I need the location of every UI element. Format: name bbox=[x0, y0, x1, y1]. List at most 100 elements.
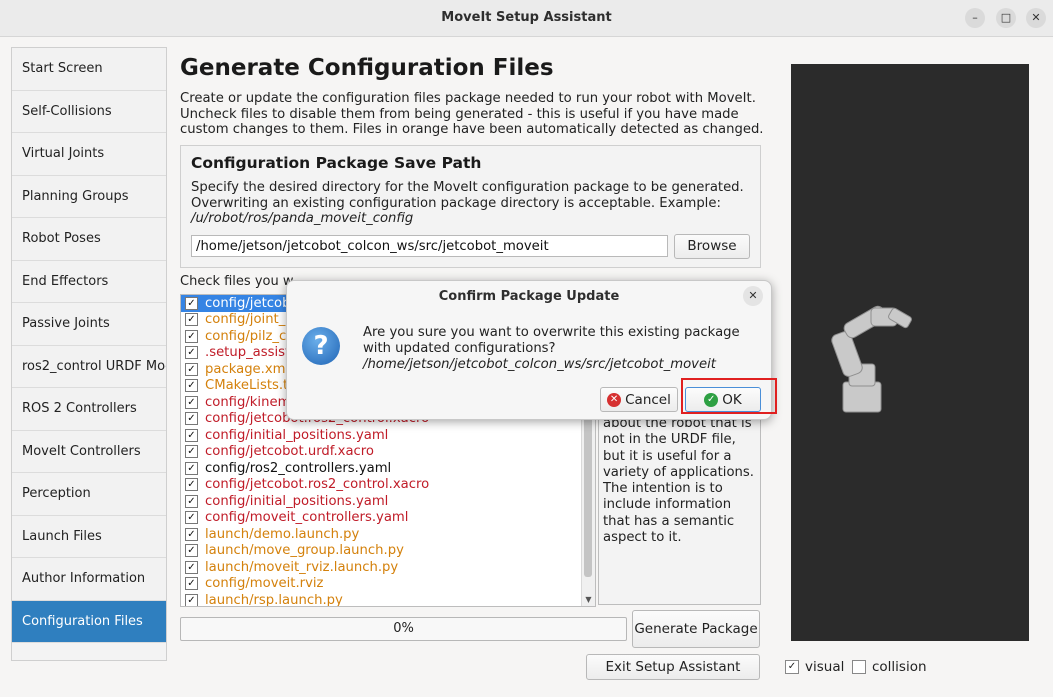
sidebar-item-self-collisions[interactable]: Self-Collisions bbox=[12, 90, 166, 133]
sidebar-item-planning-groups[interactable]: Planning Groups bbox=[12, 175, 166, 218]
ok-highlight-box bbox=[681, 378, 777, 414]
file-checkbox[interactable]: ✓ bbox=[185, 395, 198, 409]
file-checkbox[interactable]: ✓ bbox=[185, 593, 198, 606]
save-path-group: Configuration Package Save Path Specify … bbox=[180, 145, 761, 268]
collision-checkbox[interactable] bbox=[852, 660, 866, 674]
close-icon[interactable]: ✕ bbox=[1026, 8, 1046, 28]
file-checkbox[interactable]: ✓ bbox=[185, 560, 198, 574]
file-name: config/initial_positions.yaml bbox=[205, 427, 389, 443]
file-checkbox[interactable]: ✓ bbox=[185, 379, 198, 393]
file-name: launch/rsp.launch.py bbox=[205, 592, 343, 607]
file-name: config/moveit.rviz bbox=[205, 576, 324, 592]
file-row[interactable]: ✓ config/initial_positions.yaml bbox=[181, 427, 595, 444]
file-checkbox[interactable]: ✓ bbox=[185, 577, 198, 591]
file-checkbox[interactable]: ✓ bbox=[185, 527, 198, 541]
file-checkbox[interactable]: ✓ bbox=[185, 478, 198, 492]
visual-checkbox[interactable]: ✓ bbox=[785, 660, 799, 674]
generate-package-button[interactable]: Generate Package bbox=[632, 610, 760, 648]
file-name: launch/demo.launch.py bbox=[205, 526, 360, 542]
file-name: config/kinem bbox=[205, 394, 291, 410]
save-path-example: /u/robot/ros/panda_moveit_config bbox=[191, 211, 414, 226]
cancel-label: Cancel bbox=[625, 391, 671, 408]
dialog-message-text: Are you sure you want to overwrite this … bbox=[363, 325, 740, 356]
scroll-down-icon[interactable]: ▼ bbox=[582, 594, 595, 606]
file-checkbox[interactable]: ✓ bbox=[185, 346, 198, 360]
sidebar-item-moveit-controllers[interactable]: MoveIt Controllers bbox=[12, 430, 166, 473]
file-checkbox[interactable]: ✓ bbox=[185, 329, 198, 343]
file-name: config/moveit_controllers.yaml bbox=[205, 510, 409, 526]
file-row[interactable]: ✓ launch/demo.launch.py bbox=[181, 526, 595, 543]
sidebar-item-start-screen[interactable]: Start Screen bbox=[12, 48, 166, 91]
file-checkbox[interactable]: ✓ bbox=[185, 362, 198, 376]
save-path-title: Configuration Package Save Path bbox=[191, 154, 482, 172]
file-row[interactable]: ✓ config/ros2_controllers.yaml bbox=[181, 460, 595, 477]
dialog-close-icon[interactable]: ✕ bbox=[743, 286, 763, 306]
robot-viewer[interactable] bbox=[791, 64, 1029, 641]
file-name: config/joint_ bbox=[205, 312, 286, 328]
file-name: config/ros2_controllers.yaml bbox=[205, 460, 392, 476]
file-name: package.xml bbox=[205, 361, 290, 377]
browse-button[interactable]: Browse bbox=[674, 234, 750, 259]
file-checkbox[interactable]: ✓ bbox=[185, 296, 198, 310]
file-checkbox[interactable]: ✓ bbox=[185, 544, 198, 558]
page-title: Generate Configuration Files bbox=[180, 55, 554, 81]
collision-label: collision bbox=[872, 659, 927, 675]
sidebar-item-passive-joints[interactable]: Passive Joints bbox=[12, 303, 166, 346]
save-path-desc-text: Specify the desired directory for the Mo… bbox=[191, 180, 744, 211]
sidebar-nav: Start Screen Self-Collisions Virtual Joint… bbox=[11, 47, 167, 661]
dialog-path: /home/jetson/jetcobot_colcon_ws/src/jetc… bbox=[363, 357, 716, 372]
file-checkbox[interactable]: ✓ bbox=[185, 494, 198, 508]
file-name: launch/move_group.launch.py bbox=[205, 543, 404, 559]
collision-toggle[interactable]: collision bbox=[852, 659, 927, 675]
cancel-icon: ✕ bbox=[607, 392, 622, 407]
sidebar-item-perception[interactable]: Perception bbox=[12, 473, 166, 516]
file-name: config/jetcobot.urdf.xacro bbox=[205, 444, 374, 460]
file-name: config/initial_positions.yaml bbox=[205, 493, 389, 509]
file-row[interactable]: ✓ launch/rsp.launch.py bbox=[181, 592, 595, 607]
visual-label: visual bbox=[805, 659, 845, 675]
file-row[interactable]: ✓ config/moveit.rviz bbox=[181, 576, 595, 593]
exit-label: Exit Setup Assistant bbox=[605, 659, 741, 675]
sidebar-item-author-information[interactable]: Author Information bbox=[12, 558, 166, 601]
window-title: MoveIt Setup Assistant bbox=[441, 10, 612, 25]
page-description: Create or update the configuration files… bbox=[180, 91, 764, 137]
file-name: CMakeLists.t bbox=[205, 378, 289, 394]
sidebar-item-launch-files[interactable]: Launch Files bbox=[12, 515, 166, 558]
sidebar-item-ros-2-controllers[interactable]: ROS 2 Controllers bbox=[12, 388, 166, 431]
file-row[interactable]: ✓ config/jetcobot.ros2_control.xacro bbox=[181, 477, 595, 494]
file-row[interactable]: ✓ launch/moveit_rviz.launch.py bbox=[181, 559, 595, 576]
robot-model-icon bbox=[831, 305, 912, 413]
save-path-description: Specify the desired directory for the Mo… bbox=[191, 180, 751, 227]
file-name: config/pilz_c bbox=[205, 328, 287, 344]
file-checkbox[interactable]: ✓ bbox=[185, 313, 198, 327]
file-name: launch/moveit_rviz.launch.py bbox=[205, 559, 399, 575]
dialog-title: Confirm Package Update bbox=[438, 289, 620, 304]
file-name: config/jetcob bbox=[205, 295, 291, 311]
cancel-button[interactable]: ✕ Cancel bbox=[600, 387, 678, 412]
file-checkbox[interactable]: ✓ bbox=[185, 445, 198, 459]
file-name: .setup_assist bbox=[205, 345, 291, 361]
file-row[interactable]: ✓ config/initial_positions.yaml bbox=[181, 493, 595, 510]
file-checkbox[interactable]: ✓ bbox=[185, 428, 198, 442]
maximize-icon[interactable]: □ bbox=[996, 8, 1016, 28]
exit-setup-assistant-button[interactable]: Exit Setup Assistant bbox=[586, 654, 760, 680]
sidebar-item-end-effectors[interactable]: End Effectors bbox=[12, 260, 166, 303]
file-checkbox[interactable]: ✓ bbox=[185, 412, 198, 426]
visual-toggle[interactable]: ✓ visual bbox=[785, 659, 844, 675]
file-checkbox[interactable]: ✓ bbox=[185, 461, 198, 475]
sidebar-item-virtual-joints[interactable]: Virtual Joints bbox=[12, 133, 166, 176]
sidebar-item-ros2-control-urdf-mod[interactable]: ros2_control URDF Mod bbox=[12, 345, 166, 388]
save-path-input[interactable]: /home/jetson/jetcobot_colcon_ws/src/jetc… bbox=[191, 235, 668, 257]
window-titlebar: MoveIt Setup Assistant – □ ✕ bbox=[0, 0, 1053, 37]
file-description-text: about the robot that is not in the URDF … bbox=[603, 416, 754, 546]
file-row[interactable]: ✓ config/jetcobot.urdf.xacro bbox=[181, 444, 595, 461]
dialog-message: Are you sure you want to overwrite this … bbox=[363, 325, 763, 373]
file-checkbox[interactable]: ✓ bbox=[185, 511, 198, 525]
file-row[interactable]: ✓ config/moveit_controllers.yaml bbox=[181, 510, 595, 527]
sidebar-item-robot-poses[interactable]: Robot Poses bbox=[12, 218, 166, 261]
minimize-icon[interactable]: – bbox=[965, 8, 985, 28]
generate-package-label: Generate Package bbox=[634, 621, 758, 637]
sidebar-item-configuration-files[interactable]: Configuration Files bbox=[12, 600, 166, 643]
question-icon: ? bbox=[302, 327, 340, 365]
file-row[interactable]: ✓ launch/move_group.launch.py bbox=[181, 543, 595, 560]
